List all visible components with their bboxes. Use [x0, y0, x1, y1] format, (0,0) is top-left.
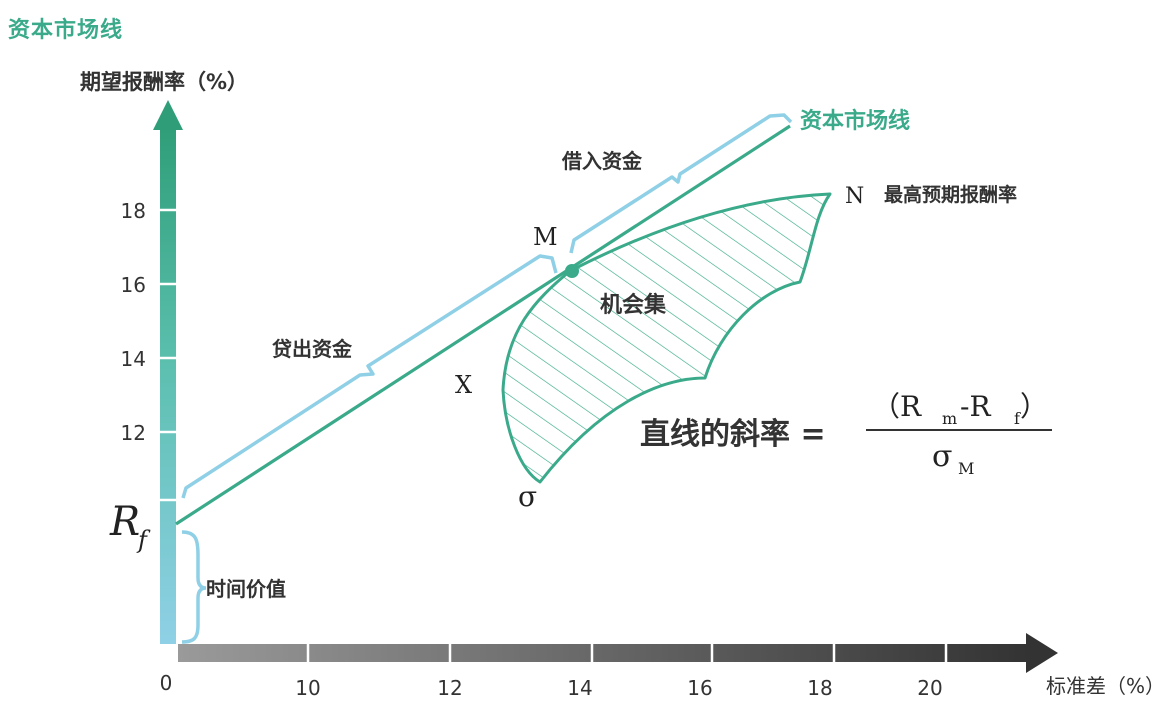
y-tick-12: 12 — [121, 421, 146, 445]
rf-main: R — [109, 499, 140, 545]
formula-den-sub: M — [958, 459, 974, 478]
x-tick-14: 14 — [567, 676, 592, 700]
x-tick-18: 18 — [807, 676, 832, 700]
formula-numerator-open: （R — [872, 390, 922, 423]
highest-return-label: 最高预期报酬率 — [884, 183, 1017, 206]
x-axis-bar — [178, 644, 1028, 662]
point-n-label: N — [845, 184, 864, 209]
y-axis-arrow — [153, 100, 183, 130]
borrow-label: 借入资金 — [561, 149, 643, 173]
formula-sub-m: m — [942, 409, 957, 428]
lend-brace — [181, 254, 558, 499]
formula-denominator: σ — [932, 439, 952, 474]
time-value-label: 时间价值 — [206, 577, 286, 601]
formula-numerator-mid: -R — [960, 390, 991, 423]
point-x-label: X — [455, 371, 472, 399]
y-axis-bar — [160, 128, 176, 644]
x-tick-16: 16 — [687, 676, 712, 700]
x-axis-arrow — [1026, 633, 1058, 673]
lend-label: 贷出资金 — [272, 337, 353, 361]
rf-sub: f — [136, 526, 151, 554]
time-value-brace — [181, 530, 207, 644]
y-axis: 18 16 14 12 — [121, 100, 183, 644]
point-sigma-label: σ — [518, 480, 537, 513]
point-m-label: M — [533, 223, 558, 251]
capital-market-line-diagram: 资本市场线 期望报酬率（%） 18 16 14 12 0 10 12 14 16… — [0, 0, 1172, 720]
slope-formula: 直线的斜率 = （R m -R f ） σ M — [640, 390, 1052, 478]
x-tick-10: 10 — [295, 676, 320, 700]
x-axis: 0 10 12 14 16 18 20 标准差（%） — [160, 633, 1165, 700]
formula-numerator-close: ） — [1020, 390, 1048, 423]
diagram-canvas: 18 16 14 12 0 10 12 14 16 18 20 标准差（%） 资… — [109, 100, 1165, 700]
opportunity-set-label: 机会集 — [600, 292, 667, 318]
y-tick-18: 18 — [121, 199, 146, 223]
formula-lhs: 直线的斜率 = — [640, 417, 826, 452]
y-tick-16: 16 — [121, 273, 146, 297]
x-tick-12: 12 — [437, 676, 462, 700]
x-axis-title: 标准差（%） — [1046, 674, 1165, 698]
y-tick-14: 14 — [121, 347, 146, 371]
cml-label: 资本市场线 — [800, 108, 910, 134]
risk-free-rate-label: R f — [109, 499, 151, 554]
tangency-point-m — [565, 264, 579, 278]
x-tick-0: 0 — [160, 671, 173, 695]
x-tick-20: 20 — [917, 676, 942, 700]
